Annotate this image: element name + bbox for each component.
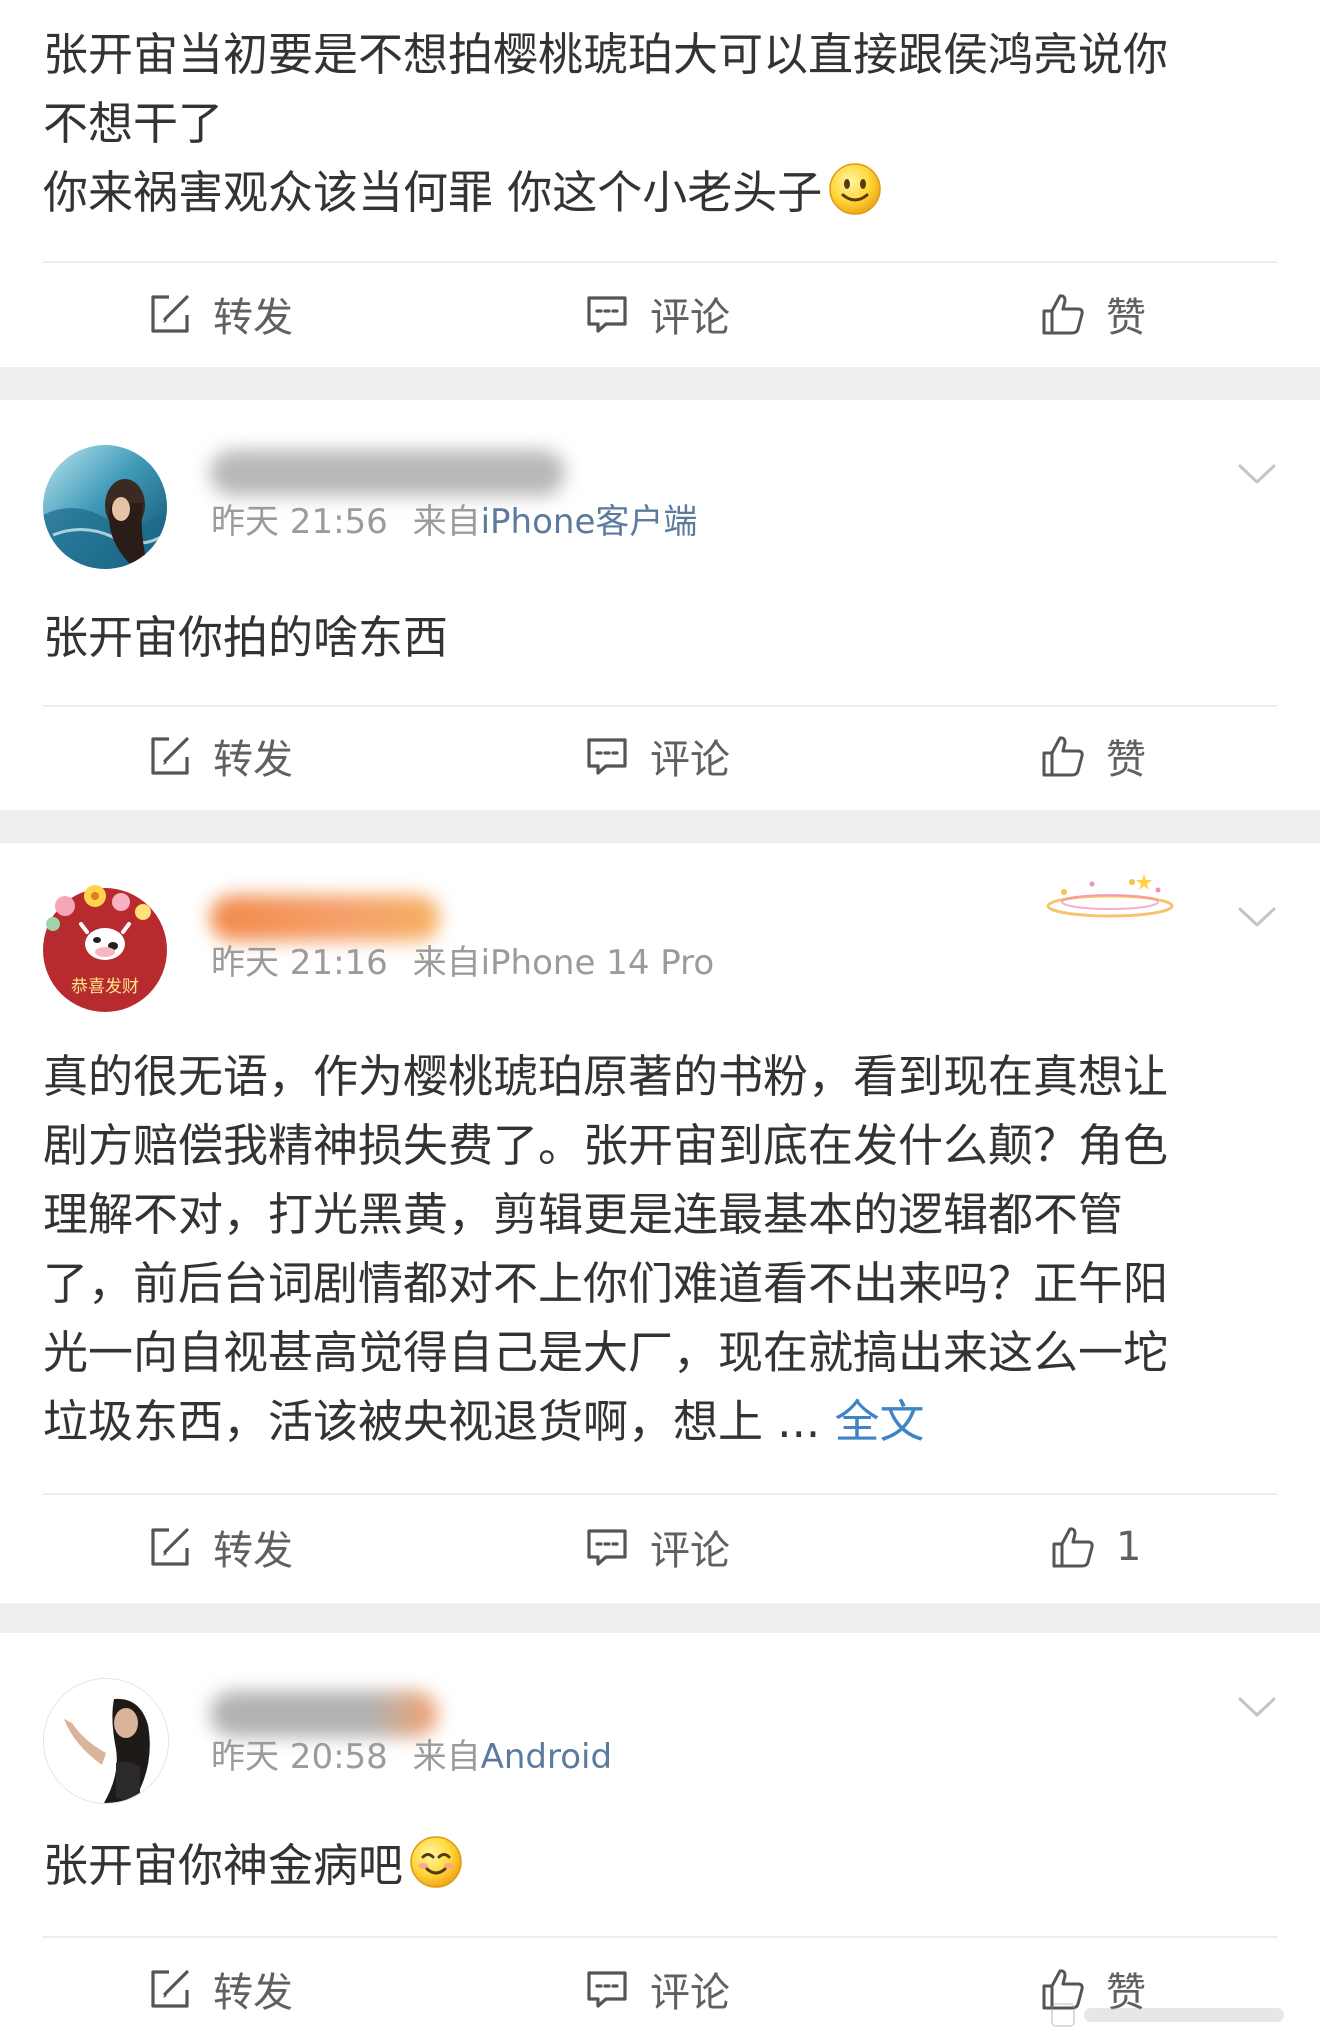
post-text-line: 垃圾东西，活该被央视退货啊，想上 ... — [43, 1395, 821, 1448]
comment-label: 评论 — [650, 295, 730, 341]
post-text-line: 了，前后台词剧情都对不上你们难道看不出来吗？正午阳 — [43, 1257, 1169, 1310]
like-button[interactable]: 赞 — [1040, 276, 1146, 352]
comment-button[interactable]: 评论 — [584, 276, 730, 352]
blush-emoji-icon — [410, 1836, 462, 1888]
avatar-image — [44, 1679, 168, 1803]
repost-icon — [151, 737, 189, 775]
chevron-down-icon[interactable] — [1237, 905, 1277, 929]
like-icon — [1042, 736, 1084, 777]
avatar[interactable]: 恭喜发财 — [43, 885, 167, 1012]
comment-label: 评论 — [650, 1970, 730, 2016]
username-blurred[interactable] — [210, 450, 565, 496]
comment-icon — [587, 738, 627, 775]
repost-button[interactable]: 转发 — [147, 1509, 293, 1585]
chevron-down-icon[interactable] — [1237, 462, 1277, 486]
post-card-2: 昨天 21:56 来自iPhone客户端 张开宙你拍的啥东西 转发 评论 赞 — [0, 400, 1320, 810]
repost-label: 转发 — [213, 295, 293, 341]
avatar-caption: 恭喜发财 — [71, 977, 139, 997]
avatar[interactable] — [43, 445, 167, 569]
post-meta: 昨天 20:58 来自Android — [211, 1735, 612, 1779]
repost-icon — [151, 1528, 189, 1566]
post-text: 张开宙当初要是不想拍樱桃琥珀大可以直接跟侯鸿亮说你 不想干了 你来祸害观众该当何… — [43, 20, 1268, 227]
full-text-link[interactable]: 全文 — [835, 1395, 925, 1448]
post-text-line: 不想干了 — [43, 97, 224, 150]
like-button[interactable]: 1 — [1050, 1509, 1141, 1585]
repost-button[interactable]: 转发 — [147, 276, 293, 352]
action-bar: 转发 评论 1 — [0, 1509, 1320, 1585]
post-text-line: 光一向自视甚高觉得自己是大厂，现在就搞出来这么一坨 — [43, 1326, 1169, 1379]
post-source-link[interactable]: Android — [481, 1737, 612, 1777]
comment-button[interactable]: 评论 — [584, 718, 730, 794]
comment-button[interactable]: 评论 — [584, 1951, 730, 2027]
action-bar: 转发 评论 赞 — [0, 718, 1320, 794]
avatar[interactable] — [43, 1678, 169, 1804]
post-from-label: 来自 — [412, 502, 481, 542]
comment-icon — [587, 1529, 627, 1566]
avatar-image — [43, 445, 167, 569]
post-text-line: 张开宙当初要是不想拍樱桃琥珀大可以直接跟侯鸿亮说你 — [43, 28, 1169, 81]
post-time: 昨天 21:16 — [211, 943, 388, 983]
repost-icon — [151, 295, 189, 333]
post-text-line-wrap: 垃圾东西，活该被央视退货啊，想上 ... 全文 — [43, 1387, 1268, 1456]
post-text: 真的很无语，作为樱桃琥珀原著的书粉，看到现在真想让 剧方赔偿我精神损失费了。张开… — [43, 1042, 1268, 1456]
action-bar: 转发 评论 赞 — [0, 276, 1320, 352]
repost-button[interactable]: 转发 — [147, 1951, 293, 2027]
post-from-label: 来自 — [412, 1737, 481, 1777]
post-meta: 昨天 21:56 来自iPhone客户端 — [211, 500, 697, 544]
post-text: 张开宙你拍的啥东西 — [43, 611, 449, 664]
like-button[interactable]: 赞 — [1040, 718, 1146, 794]
comment-button[interactable]: 评论 — [584, 1509, 730, 1585]
like-icon — [1052, 1527, 1094, 1568]
post-text-line: 剧方赔偿我精神损失费了。张开宙到底在发什么颠？角色 — [43, 1119, 1169, 1172]
post-text-line: 张开宙你神金病吧 — [43, 1839, 404, 1892]
like-label: 赞 — [1106, 737, 1146, 783]
post-separator — [0, 367, 1320, 400]
like-label: 赞 — [1106, 295, 1146, 341]
repost-label: 转发 — [213, 1528, 293, 1574]
post-time: 昨天 21:56 — [211, 502, 388, 542]
post-separator — [0, 1603, 1320, 1633]
action-divider — [43, 1493, 1277, 1495]
repost-label: 转发 — [213, 737, 293, 783]
post-time: 昨天 20:58 — [211, 1737, 388, 1777]
repost-button[interactable]: 转发 — [147, 718, 293, 794]
comment-label: 评论 — [650, 1528, 730, 1574]
like-icon — [1042, 294, 1084, 335]
post-text: 张开宙你神金病吧 — [43, 1831, 1268, 1900]
username-blurred[interactable] — [210, 895, 440, 941]
like-count: 1 — [1116, 1524, 1142, 1570]
post-text-line: 真的很无语，作为樱桃琥珀原著的书粉，看到现在真想让 — [43, 1050, 1169, 1103]
post-source: iPhone 14 Pro — [480, 943, 715, 983]
post-card-4: 昨天 20:58 来自Android 张开宙你神金病吧 转发 评论 赞 — [0, 1633, 1320, 2044]
post-text-line-wrap: 你来祸害观众该当何罪 你这个小老头子 — [43, 158, 1268, 227]
post-from-label: 来自 — [412, 943, 481, 983]
comment-icon — [587, 1971, 627, 2008]
action-divider — [43, 261, 1277, 263]
avatar-image: 恭喜发财 — [43, 885, 167, 1012]
action-divider — [43, 1936, 1277, 1938]
post-text-line: 理解不对，打光黑黄，剪辑更是连最基本的逻辑都不管 — [43, 1188, 1124, 1241]
repost-label: 转发 — [213, 1970, 293, 2016]
post-card-3: 恭喜发财 昨天 21:16 来自iPhone 14 Pro 真的很无语，作为樱桃… — [0, 843, 1320, 1603]
action-divider — [43, 705, 1277, 707]
repost-icon — [151, 1970, 189, 2008]
post-source-link[interactable]: iPhone客户端 — [481, 502, 698, 542]
post-separator — [0, 810, 1320, 843]
post-text-line: 你来祸害观众该当何罪 你这个小老头子 — [43, 166, 823, 219]
chevron-down-icon[interactable] — [1237, 1695, 1277, 1719]
smile-emoji-icon — [829, 163, 882, 215]
vip-decoration-icon — [1046, 874, 1174, 918]
comment-label: 评论 — [650, 737, 730, 783]
post-card-1: 张开宙当初要是不想拍樱桃琥珀大可以直接跟侯鸿亮说你 不想干了 你来祸害观众该当何… — [0, 0, 1320, 367]
comment-icon — [587, 296, 627, 333]
watermark-logo-icon — [1051, 2003, 1284, 2027]
post-meta: 昨天 21:16 来自iPhone 14 Pro — [211, 941, 714, 985]
username-blurred[interactable] — [210, 1691, 438, 1737]
